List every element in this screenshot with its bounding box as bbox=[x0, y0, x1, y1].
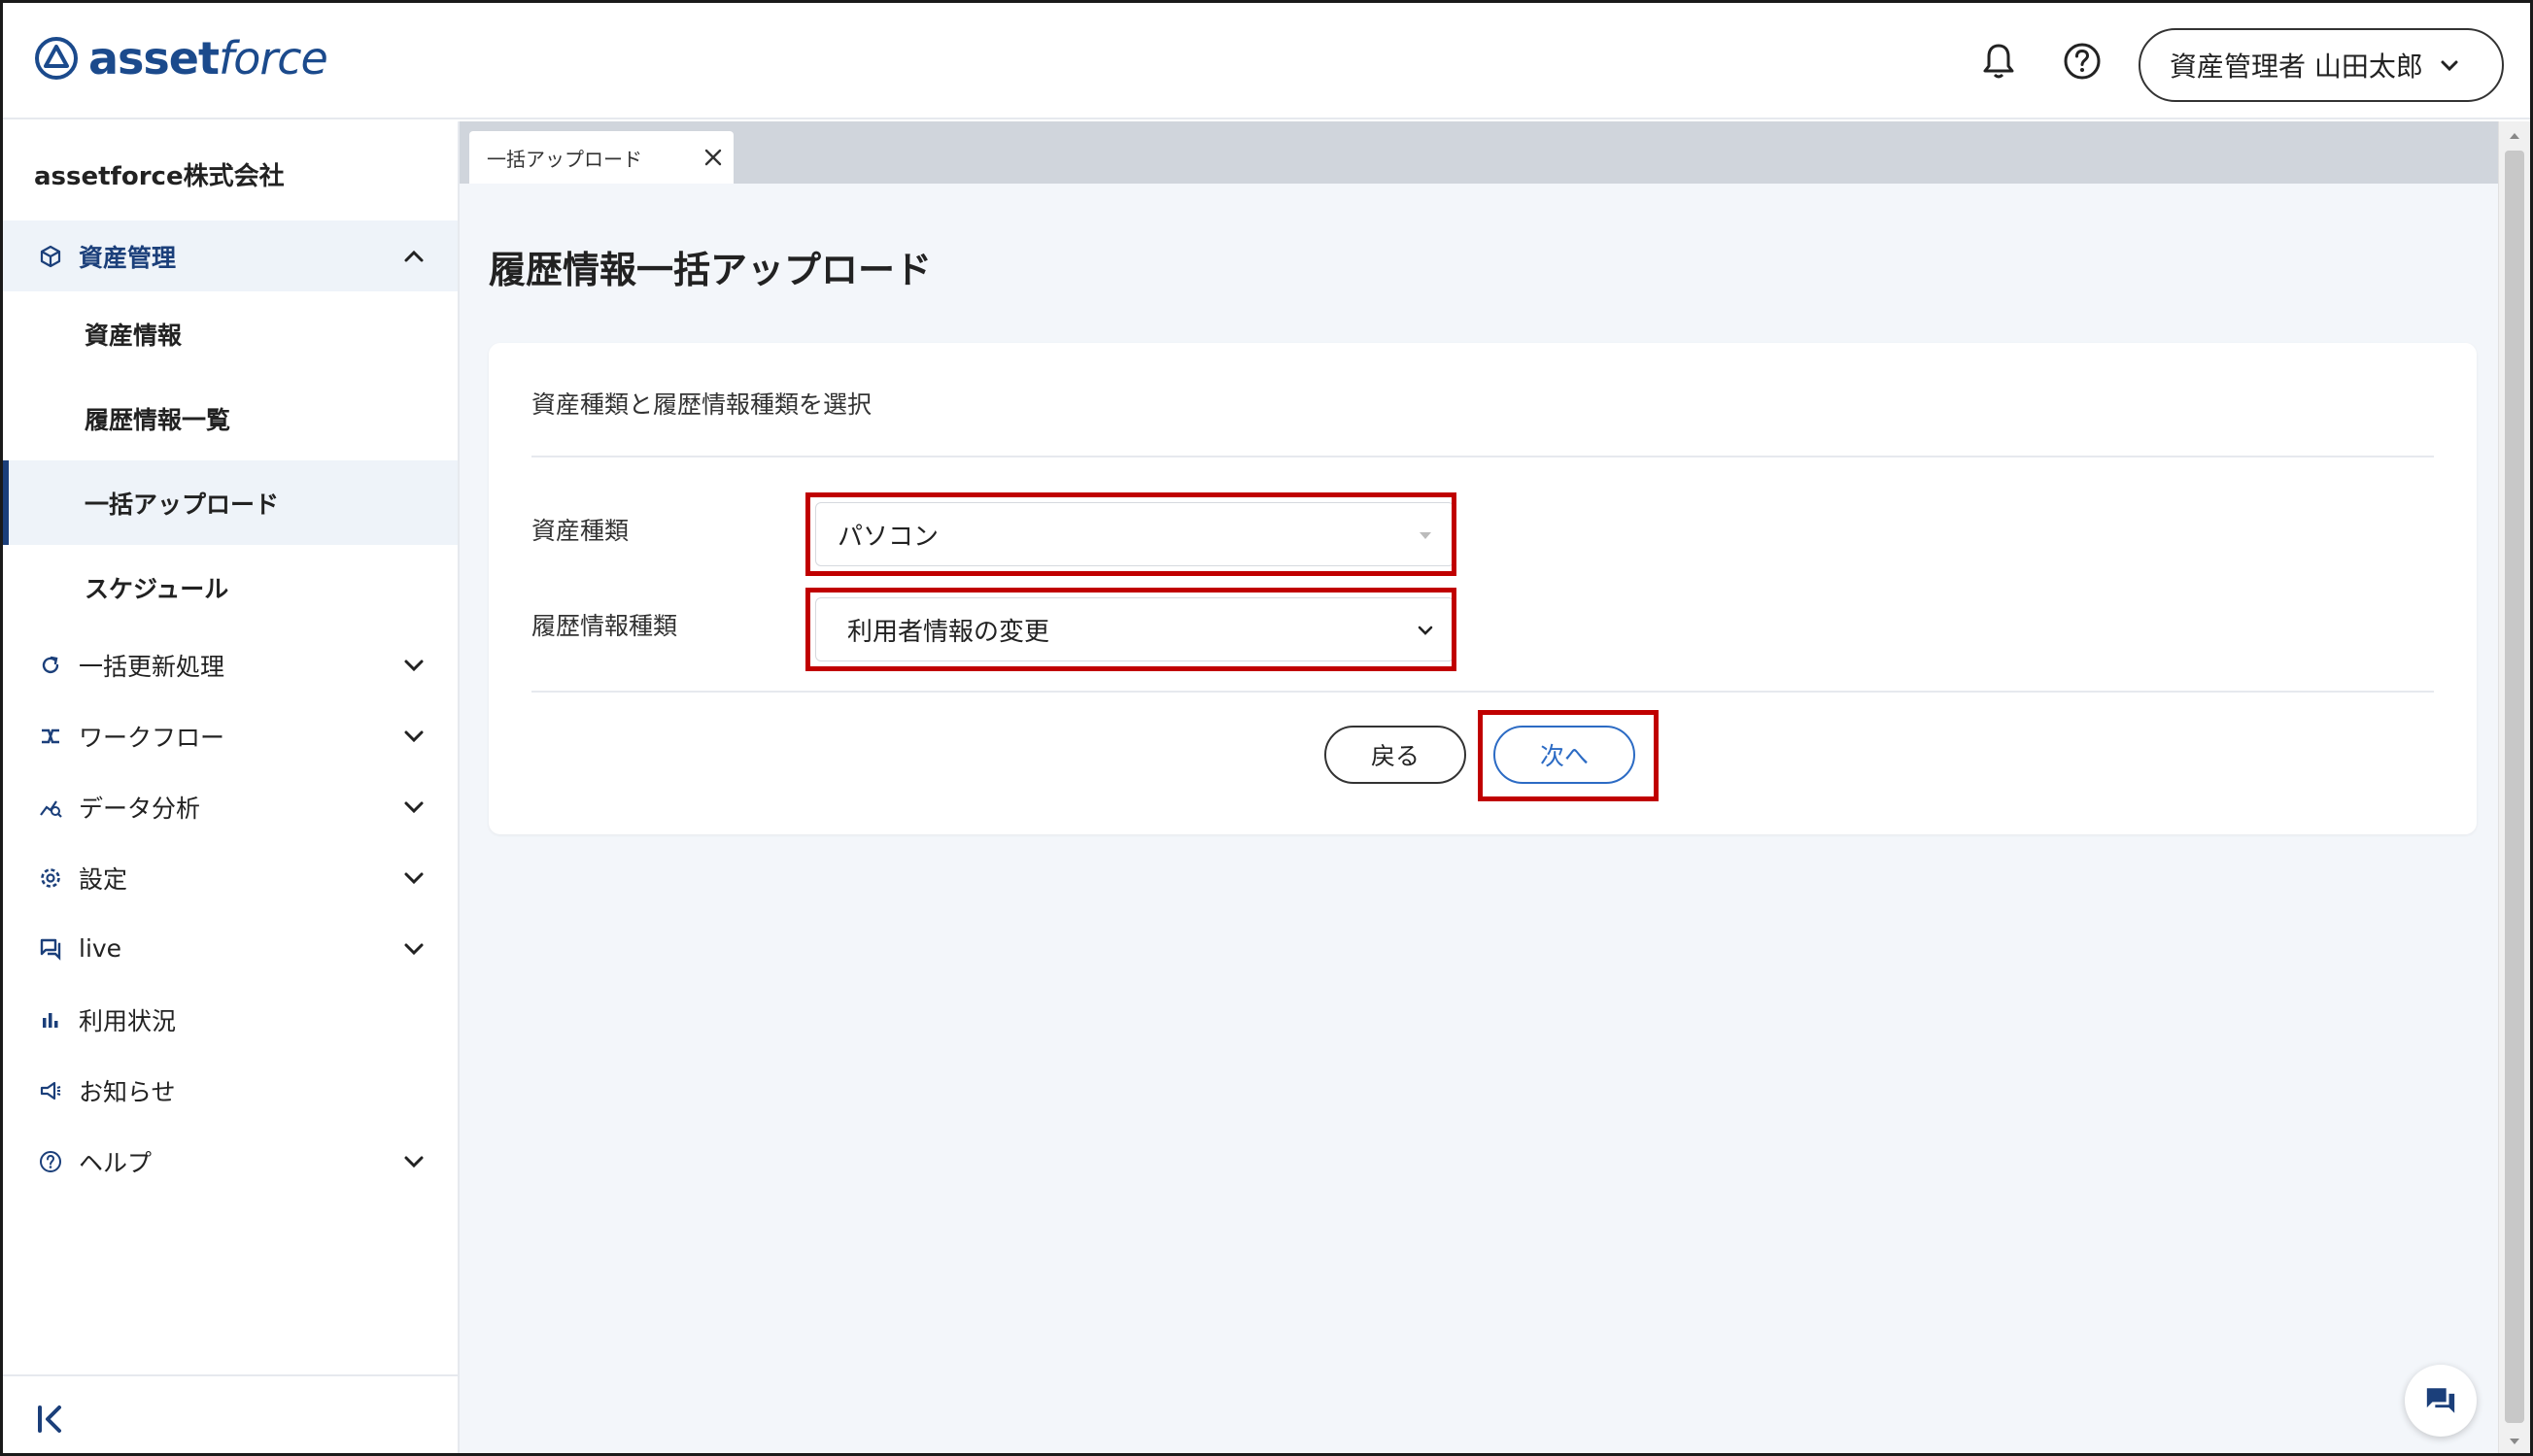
divider bbox=[531, 456, 2434, 457]
close-icon[interactable] bbox=[702, 147, 724, 168]
bell-icon[interactable] bbox=[1977, 40, 2020, 83]
tab-bar: 一括アップロード bbox=[460, 121, 2510, 184]
chevron-down-icon bbox=[404, 660, 424, 672]
sidebar-item-label: ワークフロー bbox=[79, 723, 225, 752]
chevron-up-icon bbox=[404, 250, 424, 262]
sidebar-item-data-analysis[interactable]: データ分析 bbox=[3, 771, 458, 842]
logo-text: assetforce bbox=[88, 32, 328, 85]
chevron-down-icon bbox=[404, 943, 424, 956]
divider bbox=[531, 691, 2434, 693]
sidebar-item-live[interactable]: live bbox=[3, 913, 458, 984]
user-menu-button[interactable]: 資産管理者 山田太郎 bbox=[2139, 28, 2504, 102]
sidebar-item-label: live bbox=[79, 934, 122, 963]
tab-bulk-upload[interactable]: 一括アップロード bbox=[469, 131, 734, 184]
app-window: assetforce 資産管理者 山田太郎 assetforce株式会社 資産管… bbox=[0, 0, 2533, 1456]
sidebar: assetforce株式会社 資産管理 資産情報 履歴情報一覧 一括アップロード… bbox=[3, 121, 460, 1453]
scroll-down-icon[interactable] bbox=[2508, 1435, 2521, 1448]
tab-label: 一括アップロード bbox=[487, 147, 642, 171]
megaphone-icon bbox=[36, 1076, 65, 1105]
chat-icon bbox=[2426, 1388, 2455, 1413]
user-name: 資産管理者 山田太郎 bbox=[2170, 51, 2423, 83]
sidebar-subitem-schedule[interactable]: スケジュール bbox=[3, 545, 458, 629]
chevron-down-icon bbox=[404, 1156, 424, 1168]
sidebar-item-notices[interactable]: お知らせ bbox=[3, 1055, 458, 1126]
vertical-scrollbar[interactable] bbox=[2498, 121, 2530, 1453]
sidebar-item-asset-management[interactable]: 資産管理 bbox=[3, 220, 458, 291]
refresh-icon bbox=[36, 651, 65, 680]
sidebar-item-usage[interactable]: 利用状況 bbox=[3, 984, 458, 1055]
sidebar-subitem-history-list[interactable]: 履歴情報一覧 bbox=[3, 376, 458, 460]
help-circle-icon bbox=[36, 1147, 65, 1176]
asset-type-value: パソコン bbox=[838, 522, 940, 552]
logo-mark-icon bbox=[35, 37, 78, 80]
chat-support-button[interactable] bbox=[2405, 1365, 2477, 1437]
sidebar-item-label: 資産管理 bbox=[79, 243, 177, 272]
selection-card: 資産種類と履歴情報種類を選択 資産種類 パソコン 履歴情報種類 利用者情報の変更… bbox=[489, 343, 2477, 834]
logo[interactable]: assetforce bbox=[34, 32, 328, 85]
chevron-down-icon bbox=[404, 730, 424, 743]
chevron-down-icon bbox=[2441, 60, 2458, 72]
sidebar-item-label: 利用状況 bbox=[79, 1006, 177, 1035]
dropdown-triangle-icon bbox=[1420, 532, 1431, 539]
sidebar-item-label: お知らせ bbox=[79, 1077, 176, 1106]
sidebar-item-bulk-update[interactable]: 一括更新処理 bbox=[3, 629, 458, 700]
chevron-down-icon bbox=[1418, 626, 1433, 635]
chevron-down-icon bbox=[404, 872, 424, 885]
sidebar-subitem-asset-info[interactable]: 資産情報 bbox=[3, 291, 458, 376]
sidebar-subitem-bulk-upload[interactable]: 一括アップロード bbox=[3, 460, 458, 545]
scroll-thumb[interactable] bbox=[2505, 151, 2524, 1423]
top-header: assetforce 資産管理者 山田太郎 bbox=[3, 3, 2530, 119]
workflow-icon bbox=[36, 722, 65, 751]
card-heading: 資産種類と履歴情報種類を選択 bbox=[531, 390, 873, 419]
history-type-value: 利用者情報の変更 bbox=[847, 617, 1050, 647]
sidebar-item-workflow[interactable]: ワークフロー bbox=[3, 700, 458, 771]
next-button[interactable]: 次へ bbox=[1493, 726, 1635, 784]
company-name: assetforce株式会社 bbox=[34, 162, 285, 191]
back-button[interactable]: 戻る bbox=[1324, 726, 1466, 784]
asset-type-label: 資産種類 bbox=[531, 517, 630, 545]
gear-icon bbox=[36, 863, 65, 893]
sidebar-item-label: 一括更新処理 bbox=[79, 652, 225, 681]
collapse-sidebar-icon[interactable] bbox=[32, 1400, 71, 1439]
help-circle-icon[interactable] bbox=[2061, 40, 2104, 83]
sidebar-nav: 資産管理 資産情報 履歴情報一覧 一括アップロード スケジュール 一括更新処理 … bbox=[3, 220, 458, 1197]
bar-chart-icon bbox=[36, 1005, 65, 1034]
sidebar-item-label: データ分析 bbox=[79, 794, 201, 823]
main-content: 一括アップロード 履歴情報一括アップロード 資産種類と履歴情報種類を選択 資産種… bbox=[460, 121, 2510, 1453]
analytics-icon bbox=[36, 793, 65, 822]
cube-icon bbox=[36, 242, 65, 271]
chat-icon bbox=[36, 934, 65, 964]
asset-type-select[interactable]: パソコン bbox=[815, 502, 1455, 566]
chevron-down-icon bbox=[404, 801, 424, 814]
sidebar-item-label: 設定 bbox=[79, 864, 128, 894]
history-type-label: 履歴情報種類 bbox=[531, 612, 678, 640]
sidebar-item-settings[interactable]: 設定 bbox=[3, 842, 458, 913]
scroll-up-icon[interactable] bbox=[2508, 129, 2521, 143]
sidebar-footer bbox=[3, 1374, 458, 1453]
history-type-select[interactable]: 利用者情報の変更 bbox=[815, 597, 1455, 661]
sidebar-item-label: ヘルプ bbox=[79, 1148, 153, 1177]
page-title: 履歴情報一括アップロード bbox=[489, 249, 933, 291]
sidebar-item-help[interactable]: ヘルプ bbox=[3, 1126, 458, 1197]
